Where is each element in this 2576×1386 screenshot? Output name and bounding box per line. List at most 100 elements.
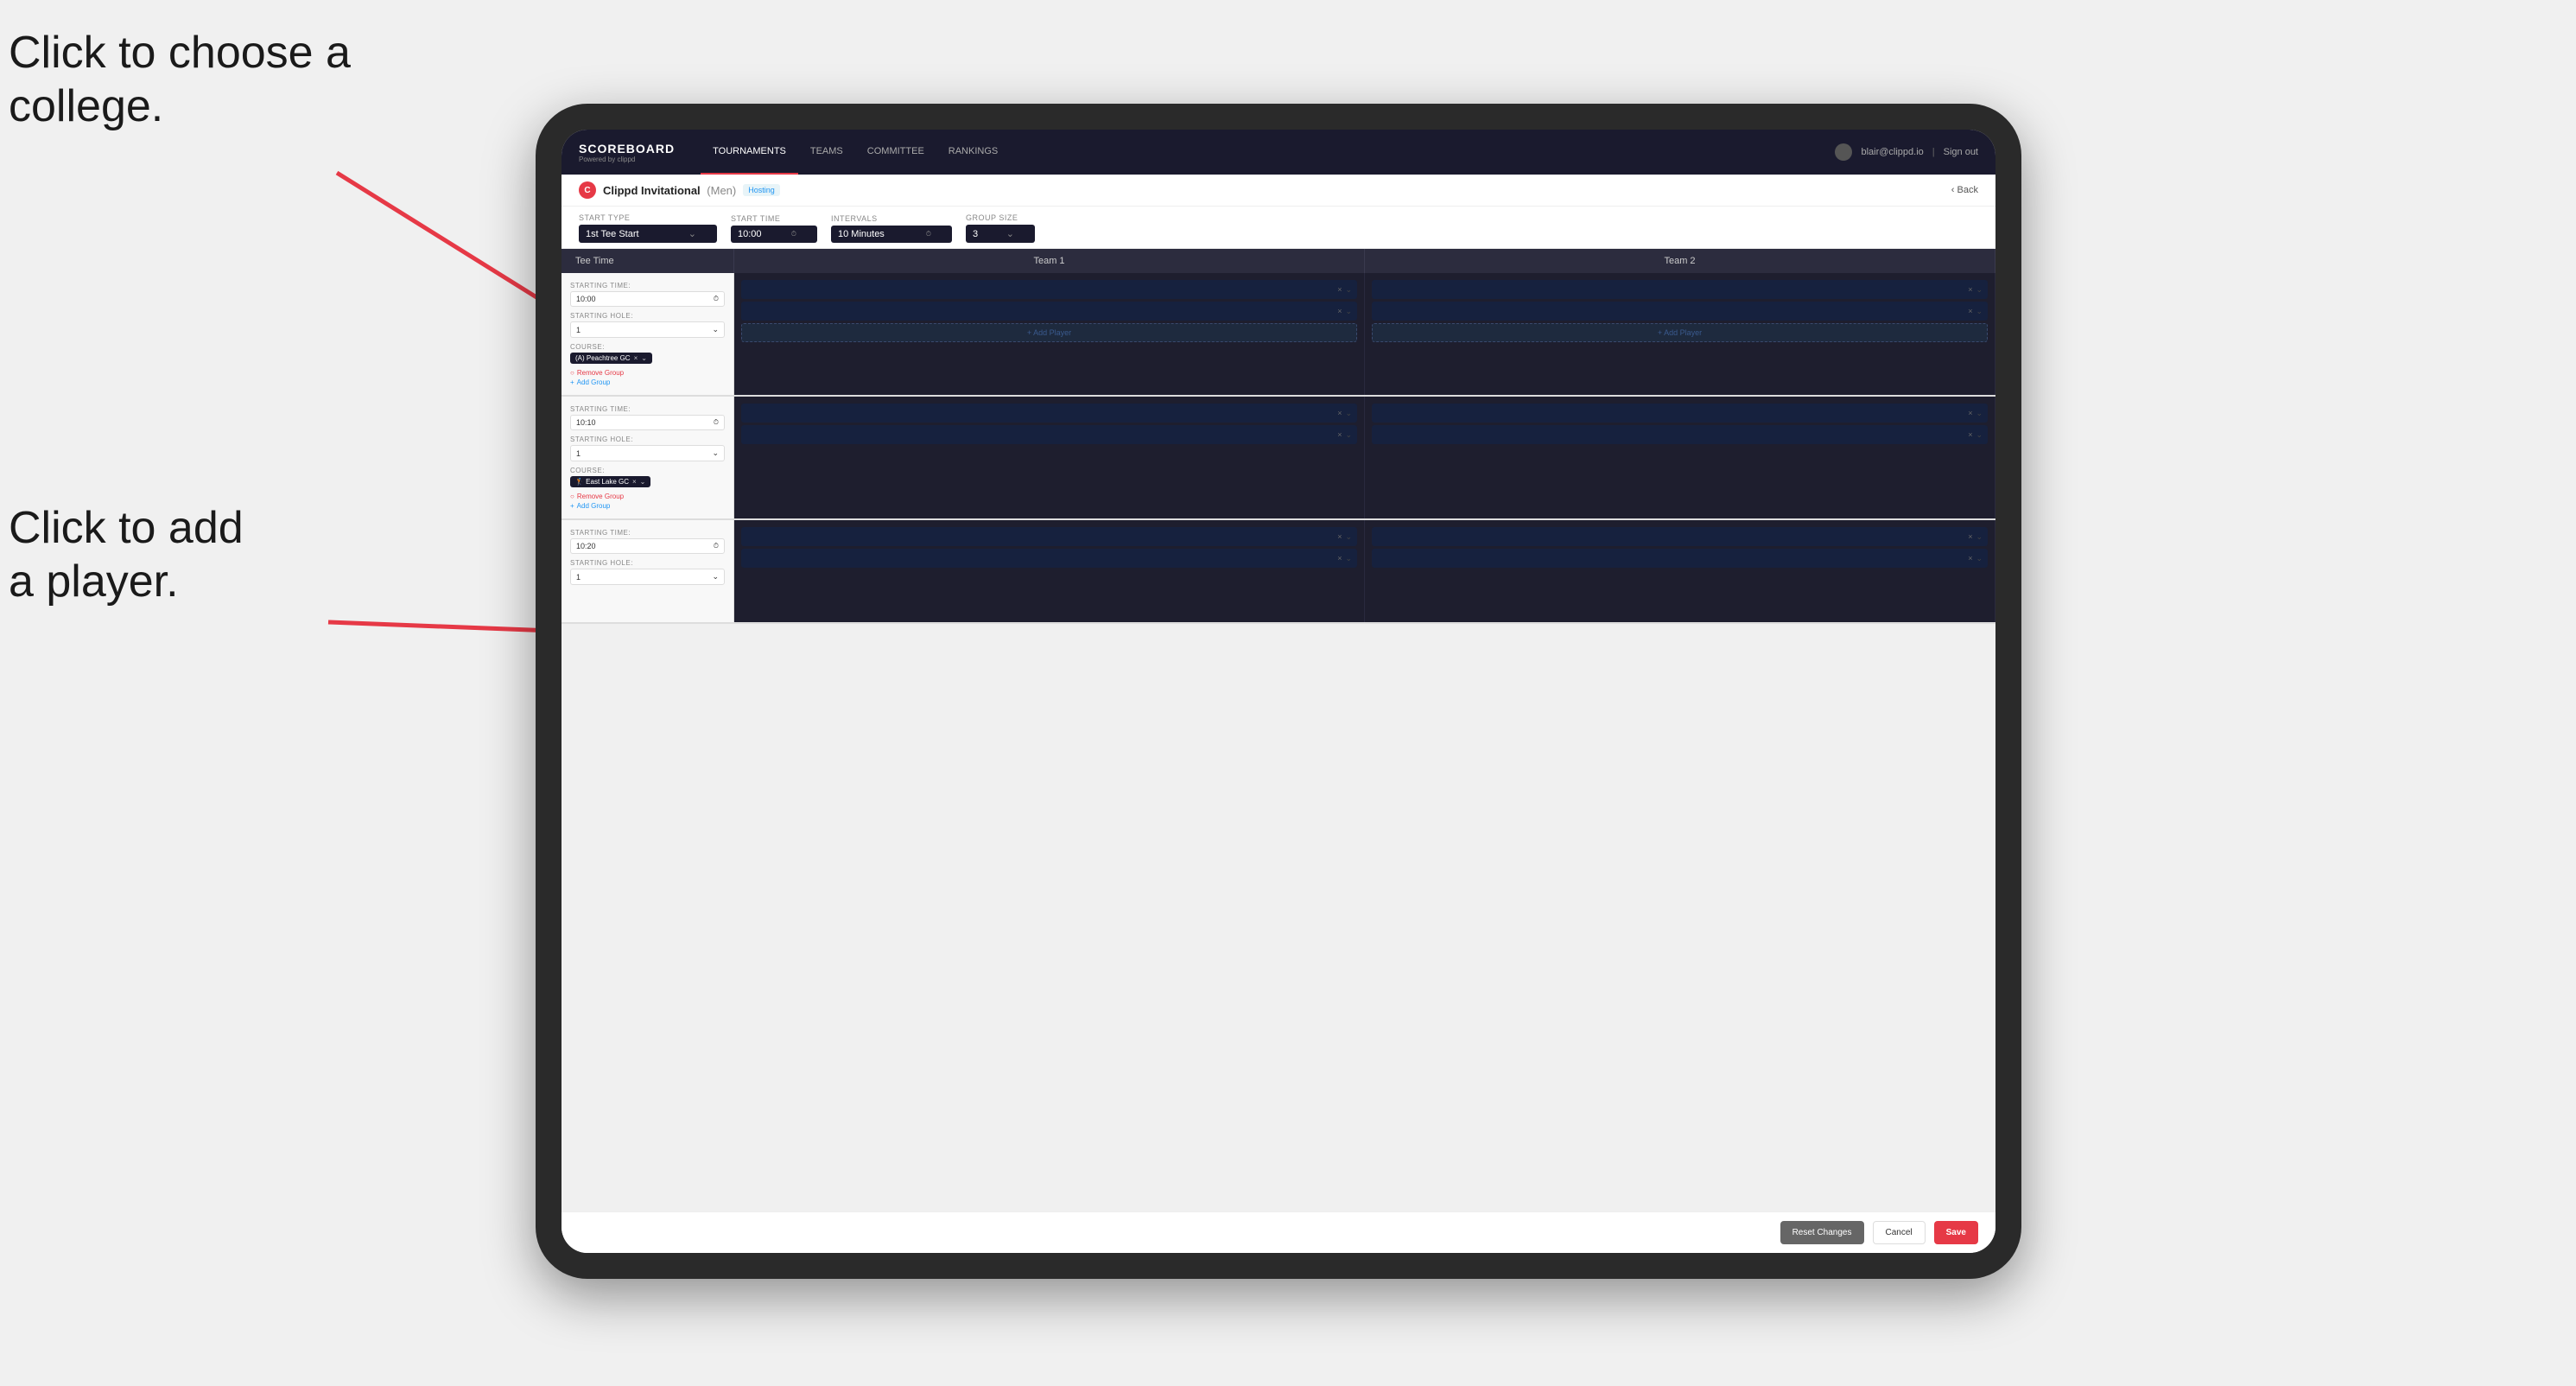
player-row-4-1[interactable]: × ⌄ [1372,404,1988,423]
player-chevron-icon: ⌄ [1345,409,1352,418]
sign-out-link[interactable]: Sign out [1944,147,1978,157]
course-tag-eastlake[interactable]: 🏌 East Lake GC × ⌄ [570,476,650,487]
add-player-btn-team1-1[interactable]: + Add Player [741,323,1357,342]
hosting-badge: Hosting [743,184,780,196]
starting-time-label-3: STARTING TIME: [570,529,725,537]
group-size-select[interactable]: 3 ⌄ [966,225,1035,243]
group-left-1: STARTING TIME: 10:00 ⏱ STARTING HOLE: 1 … [562,273,734,395]
player-chevron-icon: ⌄ [1976,554,1983,563]
player-row-3-2[interactable]: × ⌄ [741,425,1357,444]
add-group-btn-1[interactable]: + Add Group [570,378,725,386]
remove-group-btn-1[interactable]: ○ Remove Group [570,369,725,377]
col-header-tee-time: Tee Time [562,249,734,273]
starting-time-field-2: STARTING TIME: 10:10 ⏱ [570,405,725,430]
player-remove-icon[interactable]: × [1968,285,1972,294]
intervals-select[interactable]: 10 Minutes ⏱ [831,226,952,243]
col-header-team1: Team 1 [734,249,1365,273]
starting-hole-input-2[interactable]: 1 ⌄ [570,445,725,461]
brand-sub: Powered by clippd [579,156,675,163]
group-size-label: Group Size [966,213,1035,222]
player-remove-icon[interactable]: × [1968,532,1972,541]
player-row-4-2[interactable]: × ⌄ [1372,425,1988,444]
player-remove-icon[interactable]: × [1968,307,1972,315]
reset-changes-button[interactable]: Reset Changes [1780,1221,1864,1244]
group-size-group: Group Size 3 ⌄ [966,213,1035,243]
start-time-group: Start Time 10:00 ⏱ [731,214,817,243]
starting-hole-input-1[interactable]: 1 ⌄ [570,321,725,338]
player-remove-icon[interactable]: × [1968,430,1972,439]
col-header-team2: Team 2 [1365,249,1995,273]
course-tag-a-peachtree[interactable]: (A) Peachtree GC × ⌄ [570,353,652,364]
starting-hole-label-3: STARTING HOLE: [570,559,725,567]
start-time-label: Start Time [731,214,817,223]
brand: SCOREBOARD Powered by clippd [579,142,675,163]
tee-scroll-area[interactable]: STARTING TIME: 10:00 ⏱ STARTING HOLE: 1 … [562,273,1995,1211]
cancel-button[interactable]: Cancel [1873,1221,1926,1244]
starting-time-input-2[interactable]: 10:10 ⏱ [570,415,725,430]
save-button[interactable]: Save [1934,1221,1978,1244]
player-row-1-2[interactable]: × ⌄ [741,302,1357,321]
player-remove-icon[interactable]: × [1968,554,1972,563]
player-chevron-icon: ⌄ [1976,285,1983,295]
player-remove-icon[interactable]: × [1337,554,1342,563]
course-tag-remove[interactable]: × [634,354,638,362]
start-type-select[interactable]: 1st Tee Start ⌄ [579,225,717,243]
course-tag-expand-2[interactable]: ⌄ [640,478,646,486]
starting-hole-label-1: STARTING HOLE: [570,312,725,320]
player-row-6-2[interactable]: × ⌄ [1372,549,1988,568]
nav-tournaments[interactable]: TOURNAMENTS [701,130,798,175]
starting-time-input-1[interactable]: 10:00 ⏱ [570,291,725,307]
intervals-label: Intervals [831,214,952,223]
nav-right: blair@clippd.io | Sign out [1835,143,1978,161]
nav-teams[interactable]: TEAMS [798,130,855,175]
clippd-logo: C [579,181,596,199]
add-player-btn-team2-1[interactable]: + Add Player [1372,323,1988,342]
add-group-btn-2[interactable]: + Add Group [570,502,725,510]
nav-committee[interactable]: COMMITTEE [855,130,936,175]
user-email: blair@clippd.io [1861,147,1923,157]
starting-time-input-3[interactable]: 10:20 ⏱ [570,538,725,554]
course-tag-expand[interactable]: ⌄ [641,354,647,362]
starting-hole-field-1: STARTING HOLE: 1 ⌄ [570,312,725,338]
player-row-5-2[interactable]: × ⌄ [741,549,1357,568]
player-chevron-icon: ⌄ [1976,307,1983,316]
starting-hole-field-2: STARTING HOLE: 1 ⌄ [570,436,725,461]
nav-links: TOURNAMENTS TEAMS COMMITTEE RANKINGS [701,130,1835,175]
player-row-3-1[interactable]: × ⌄ [741,404,1357,423]
nav-rankings[interactable]: RANKINGS [936,130,1010,175]
annotation-bottom-line1: Click to add [9,503,244,553]
player-row-2-2[interactable]: × ⌄ [1372,302,1988,321]
starting-time-field-3: STARTING TIME: 10:20 ⏱ [570,529,725,554]
tablet-screen: SCOREBOARD Powered by clippd TOURNAMENTS… [562,130,1995,1253]
player-remove-icon[interactable]: × [1337,409,1342,417]
annotation-bottom-line2: a player. [9,556,179,607]
starting-hole-field-3: STARTING HOLE: 1 ⌄ [570,559,725,585]
back-button[interactable]: ‹ Back [1951,185,1978,195]
player-row-5-1[interactable]: × ⌄ [741,527,1357,546]
group-left-3: STARTING TIME: 10:20 ⏱ STARTING HOLE: 1 … [562,520,734,622]
player-row-2-1[interactable]: × ⌄ [1372,280,1988,299]
course-field-2: COURSE: 🏌 East Lake GC × ⌄ [570,467,725,487]
starting-hole-input-3[interactable]: 1 ⌄ [570,569,725,585]
player-chevron-icon: ⌄ [1345,532,1352,542]
remove-group-btn-2[interactable]: ○ Remove Group [570,493,725,500]
player-row-1-1[interactable]: × ⌄ [741,280,1357,299]
player-remove-icon[interactable]: × [1337,430,1342,439]
player-chevron-icon: ⌄ [1976,532,1983,542]
player-remove-icon[interactable]: × [1337,285,1342,294]
player-chevron-icon: ⌄ [1976,409,1983,418]
player-remove-icon[interactable]: × [1968,409,1972,417]
group-row-2: STARTING TIME: 10:10 ⏱ STARTING HOLE: 1 … [562,397,1995,520]
starting-time-field-1: STARTING TIME: 10:00 ⏱ [570,282,725,307]
course-tag-remove-2[interactable]: × [632,478,637,486]
player-chevron-icon: ⌄ [1976,430,1983,440]
group-left-2: STARTING TIME: 10:10 ⏱ STARTING HOLE: 1 … [562,397,734,518]
start-time-input[interactable]: 10:00 ⏱ [731,226,817,243]
group-team1-1: × ⌄ × ⌄ + Add Player [734,273,1365,395]
player-chevron-icon: ⌄ [1345,285,1352,295]
player-row-6-1[interactable]: × ⌄ [1372,527,1988,546]
player-remove-icon[interactable]: × [1337,307,1342,315]
player-chevron-icon: ⌄ [1345,307,1352,316]
player-remove-icon[interactable]: × [1337,532,1342,541]
start-type-group: Start Type 1st Tee Start ⌄ [579,213,717,243]
